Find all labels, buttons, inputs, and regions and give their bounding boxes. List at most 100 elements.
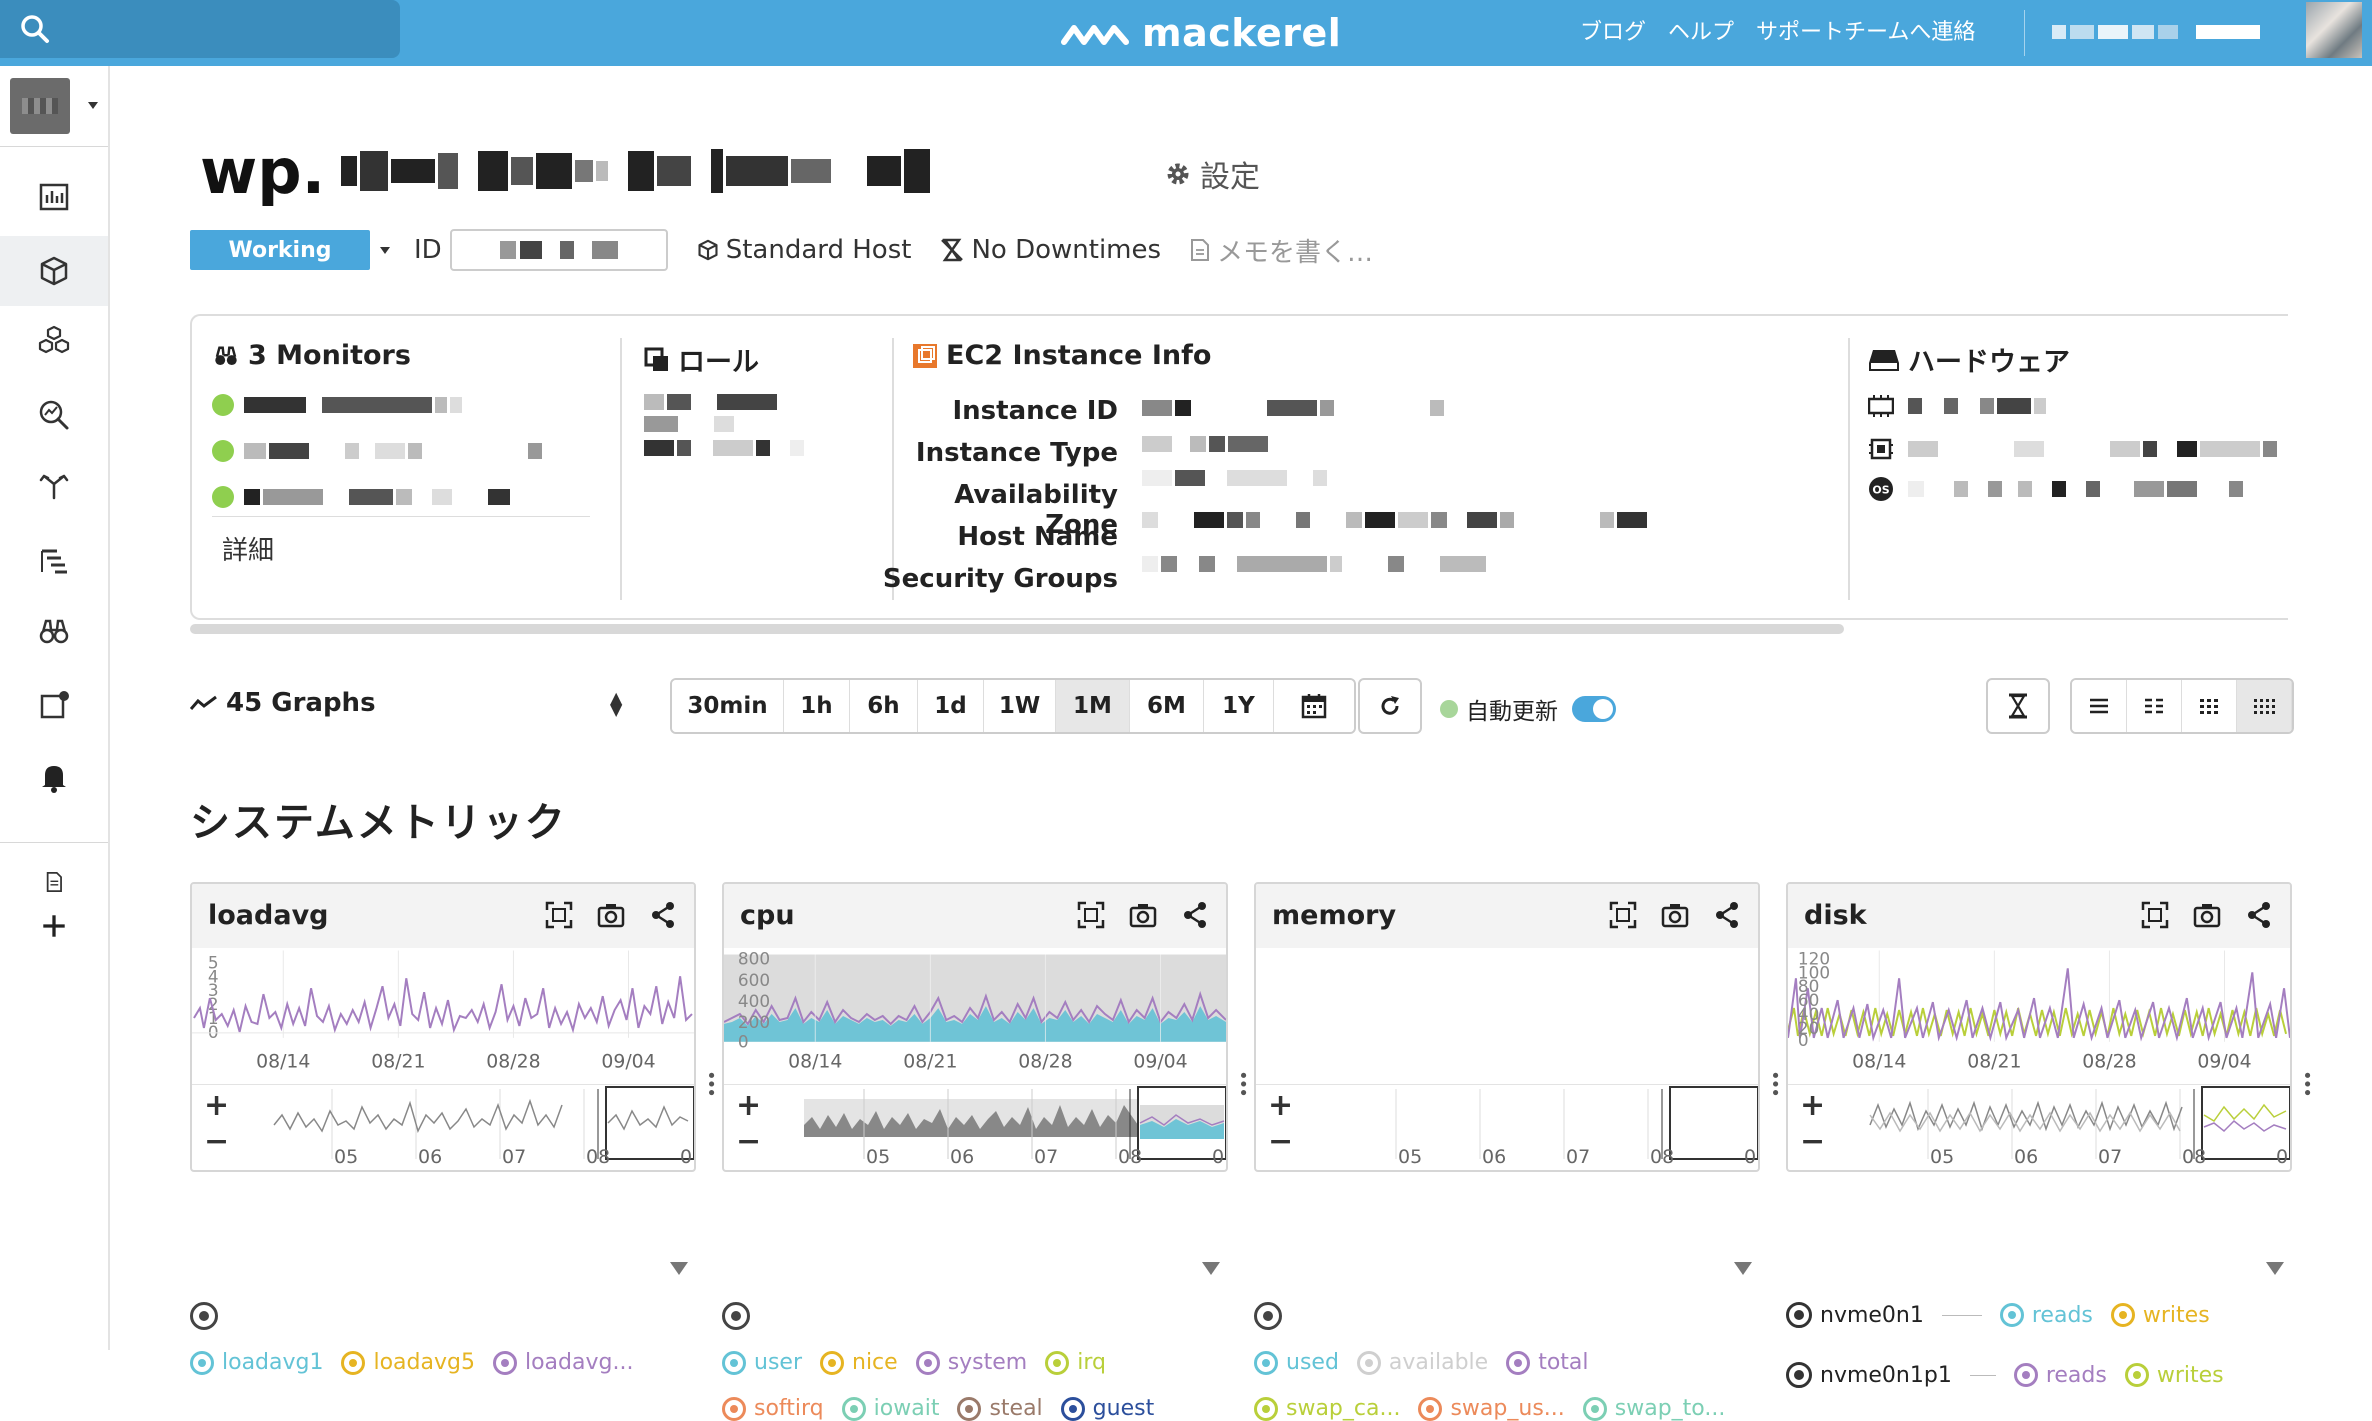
sidebar-item-roles[interactable] xyxy=(0,450,108,520)
settings-link[interactable]: 設定 xyxy=(1164,152,1260,196)
zoom-in-button[interactable]: + xyxy=(736,1091,761,1121)
org-switcher[interactable] xyxy=(10,78,70,134)
layout-4col-button[interactable] xyxy=(2237,680,2292,732)
legend-item[interactable]: irq xyxy=(1045,1350,1106,1375)
graph-title[interactable]: disk xyxy=(1804,900,1867,931)
legend-select-all[interactable] xyxy=(1254,1302,1282,1330)
sort-arrows-icon[interactable]: ▲ ▼ xyxy=(610,690,622,718)
share-icon[interactable] xyxy=(1180,900,1210,930)
role-item[interactable] xyxy=(644,394,777,410)
legend-toggle-caret[interactable] xyxy=(1202,1262,1220,1275)
legend-item[interactable]: writes xyxy=(2124,1363,2224,1388)
navigator-plot[interactable]: 05 06 07 08 0 xyxy=(272,1085,696,1171)
card-resize-handle[interactable]: ••• xyxy=(1232,1070,1253,1096)
graph-title[interactable]: loadavg xyxy=(208,900,329,931)
sidebar-item-monitors[interactable] xyxy=(0,596,108,666)
legend-toggle-caret[interactable] xyxy=(1734,1262,1752,1275)
sidebar-item-hosts[interactable] xyxy=(0,236,108,306)
range-6h[interactable]: 6h xyxy=(850,680,918,732)
zoom-out-button[interactable]: − xyxy=(1268,1127,1293,1157)
search-box[interactable] xyxy=(0,0,400,58)
graph-plot[interactable]: 800 600 400 200 0 08/14 08/21 08/28 09/0… xyxy=(724,948,1226,1084)
range-1m[interactable]: 1M xyxy=(1056,680,1130,732)
range-1d[interactable]: 1d xyxy=(918,680,984,732)
legend-item[interactable]: user xyxy=(722,1350,802,1375)
status-select[interactable]: Working xyxy=(190,230,370,270)
range-1y[interactable]: 1Y xyxy=(1204,680,1274,732)
legend-item[interactable]: loadavg1 xyxy=(190,1350,323,1375)
graph-title[interactable]: memory xyxy=(1272,900,1396,931)
graph-navigator[interactable]: + − 05 06 07 08 0 xyxy=(1256,1084,1758,1170)
legend-item[interactable]: total xyxy=(1506,1350,1589,1375)
role-item[interactable] xyxy=(644,416,734,432)
graph-plot[interactable]: 5 4 3 2 1 0 08/14 08/21 08/28 09/04 xyxy=(192,948,694,1084)
graph-plot-empty[interactable] xyxy=(1256,948,1758,1084)
fullscreen-icon[interactable] xyxy=(1608,900,1638,930)
monitor-item[interactable] xyxy=(212,440,542,462)
layout-3col-button[interactable] xyxy=(2182,680,2237,732)
auto-update-toggle[interactable] xyxy=(1572,696,1616,722)
info-panel-scrollbar[interactable] xyxy=(190,624,1844,634)
chevron-down-icon[interactable] xyxy=(380,246,390,254)
refresh-button[interactable] xyxy=(1358,678,1422,734)
legend-item[interactable]: writes xyxy=(2110,1303,2210,1328)
legend-item[interactable]: steal xyxy=(957,1396,1043,1421)
zoom-in-button[interactable]: + xyxy=(204,1091,229,1121)
share-icon[interactable] xyxy=(648,900,678,930)
layout-list-button[interactable] xyxy=(2072,680,2127,732)
legend-item[interactable]: guest xyxy=(1060,1396,1154,1421)
calendar-button[interactable] xyxy=(1274,680,1354,732)
mackerel-logo[interactable]: mackerel xyxy=(1060,8,1341,58)
zoom-in-button[interactable]: + xyxy=(1800,1091,1825,1121)
chevron-down-icon[interactable] xyxy=(88,102,98,109)
disk-device[interactable]: nvme0n1 xyxy=(1786,1302,1924,1328)
monitor-item[interactable] xyxy=(212,486,510,508)
graph-navigator[interactable]: + − 05 06 07 08 0 xyxy=(192,1084,696,1171)
fullscreen-icon[interactable] xyxy=(2140,900,2170,930)
legend-item[interactable]: loadavg... xyxy=(492,1350,633,1375)
avatar[interactable] xyxy=(2306,2,2362,58)
legend-item[interactable]: system xyxy=(915,1350,1027,1375)
sidebar-item-trace[interactable] xyxy=(0,526,108,596)
zoom-in-button[interactable]: + xyxy=(1268,1091,1293,1121)
range-1w[interactable]: 1W xyxy=(984,680,1056,732)
zoom-out-button[interactable]: − xyxy=(1800,1127,1825,1157)
sidebar-item-notifications[interactable] xyxy=(0,742,108,812)
legend-item[interactable]: available xyxy=(1356,1350,1488,1375)
camera-icon[interactable] xyxy=(1128,900,1158,930)
sidebar-item-analysis[interactable] xyxy=(0,380,108,450)
graph-navigator[interactable]: + − 05 06 07 08 0 xyxy=(724,1084,1226,1170)
card-resize-handle[interactable]: ••• xyxy=(1764,1070,1785,1096)
share-icon[interactable] xyxy=(1712,900,1742,930)
navigator-plot[interactable]: 05 06 07 08 0 xyxy=(1868,1085,2292,1171)
legend-item[interactable]: loadavg5 xyxy=(341,1350,475,1375)
range-6m[interactable]: 6M xyxy=(1130,680,1204,732)
memo-link[interactable]: メモを書く… xyxy=(1189,232,1373,269)
range-1h[interactable]: 1h xyxy=(784,680,850,732)
graph-plot[interactable]: 120 100 80 60 40 20 0 08/14 08/21 08/28 … xyxy=(1788,948,2290,1084)
blog-link[interactable]: ブログ xyxy=(1580,14,1646,46)
legend-select-all[interactable] xyxy=(722,1302,750,1330)
range-30min[interactable]: 30min xyxy=(672,680,784,732)
zoom-out-button[interactable]: − xyxy=(204,1127,229,1157)
legend-item[interactable]: swap_to... xyxy=(1582,1396,1725,1421)
downtime-status[interactable]: No Downtimes xyxy=(939,235,1161,265)
fullscreen-icon[interactable] xyxy=(1076,900,1106,930)
legend-item[interactable]: swap_us... xyxy=(1418,1396,1565,1421)
camera-icon[interactable] xyxy=(596,900,626,930)
sidebar-item-add[interactable] xyxy=(0,896,108,956)
support-link[interactable]: サポートチームへ連絡 xyxy=(1756,14,1975,46)
monitor-item[interactable] xyxy=(212,394,462,416)
sidebar-item-alerts[interactable] xyxy=(0,670,108,740)
graph-navigator[interactable]: + − 05 06 07 08 0 xyxy=(1788,1084,2292,1171)
legend-item[interactable]: reads xyxy=(2013,1363,2107,1388)
legend-toggle-caret[interactable] xyxy=(2266,1262,2284,1275)
zoom-out-button[interactable]: − xyxy=(736,1127,761,1157)
legend-item[interactable]: reads xyxy=(1999,1303,2093,1328)
camera-icon[interactable] xyxy=(1660,900,1690,930)
sidebar-item-dashboard[interactable] xyxy=(0,162,108,232)
host-id-field[interactable] xyxy=(449,229,668,271)
card-resize-handle[interactable]: ••• xyxy=(2296,1070,2317,1096)
legend-select-all[interactable] xyxy=(190,1302,218,1330)
legend-item[interactable]: used xyxy=(1254,1350,1339,1375)
